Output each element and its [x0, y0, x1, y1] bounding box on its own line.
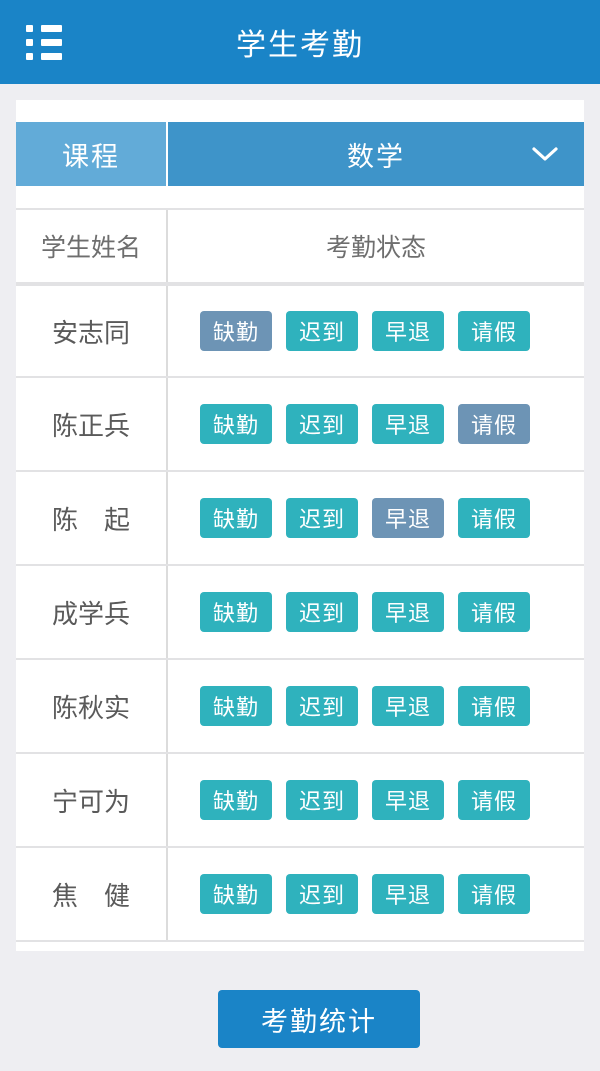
- status-badge-0[interactable]: 缺勤: [200, 311, 272, 351]
- status-badge-3[interactable]: 请假: [458, 780, 530, 820]
- app-screen: 学生考勤 课程 数学 学生姓名 考勤状态 安志同 缺勤 迟到 早退 请假 陈正兵 缺勤 迟到早…: [0, 0, 600, 1071]
- course-selector-value[interactable]: 数学: [168, 122, 584, 186]
- menu-icon-line: [26, 38, 62, 46]
- app-header-bar: 学生考勤: [0, 0, 600, 84]
- menu-icon-bullet: [26, 38, 33, 46]
- status-badge-2[interactable]: 早退: [372, 404, 444, 444]
- status-badge-3[interactable]: 请假: [458, 874, 530, 914]
- status-badge-2[interactable]: 早退: [372, 874, 444, 914]
- status-badge-3[interactable]: 请假: [458, 498, 530, 538]
- status-badge-1[interactable]: 迟到: [286, 592, 358, 632]
- attendance-status-cell: 缺勤 迟到 早退 请假: [168, 566, 584, 658]
- status-badge-0[interactable]: 缺勤: [200, 874, 272, 914]
- attendance-status-cell: 缺勤 迟到 早退 请假: [168, 848, 584, 940]
- student-name-cell: 宁可为: [16, 754, 168, 846]
- list-menu-icon[interactable]: [18, 18, 70, 66]
- student-name-cell: 焦 健: [16, 848, 168, 940]
- status-badge-0[interactable]: 缺勤: [200, 686, 272, 726]
- status-badge-3[interactable]: 请假: [458, 686, 530, 726]
- menu-icon-bar: [41, 52, 62, 60]
- course-selector-value-text: 数学: [347, 141, 405, 173]
- attendance-status-cell: 缺勤 迟到 早退 请假: [168, 660, 584, 752]
- table-header-row: 学生姓名 考勤状态: [16, 208, 584, 284]
- status-badge-1[interactable]: 迟到: [286, 311, 358, 351]
- menu-icon-bar: [41, 38, 62, 46]
- menu-icon-line: [26, 24, 62, 32]
- status-badge-2[interactable]: 早退: [372, 686, 444, 726]
- attendance-statistics-button[interactable]: 考勤统计: [218, 990, 420, 1048]
- attendance-status-cell: 缺勤 迟到 早退 请假: [168, 754, 584, 846]
- status-badge-2[interactable]: 早退: [372, 498, 444, 538]
- table-row: 成学兵 缺勤 迟到 早退 请假: [16, 566, 584, 660]
- student-name-cell: 陈秋实: [16, 660, 168, 752]
- course-selector-label: 课程: [16, 122, 168, 186]
- status-badge-1[interactable]: 迟到: [286, 686, 358, 726]
- table-body: 安志同 缺勤 迟到 早退 请假 陈正兵 缺勤 迟到 早退 请假陈 起缺勤 迟到 早退 请假 成学兵 缺勤 迟到…: [16, 284, 584, 942]
- menu-icon-line: [26, 52, 62, 60]
- attendance-status-cell: 缺勤 迟到 早退 请假: [168, 472, 584, 564]
- attendance-card: 课程 数学 学生姓名 考勤状态 安志同 缺勤 迟到 早退 请假 陈正兵 缺勤 迟到 早退 请假陈 …: [16, 100, 584, 951]
- status-badge-3[interactable]: 请假: [458, 592, 530, 632]
- status-badge-0[interactable]: 缺勤: [200, 404, 272, 444]
- course-selector[interactable]: 课程 数学: [16, 122, 584, 186]
- student-name-cell: 陈正兵: [16, 378, 168, 470]
- status-badge-1[interactable]: 迟到: [286, 874, 358, 914]
- attendance-status-cell: 缺勤 迟到 早退 请假: [168, 378, 584, 470]
- status-badge-3[interactable]: 请假: [458, 311, 530, 351]
- student-name-cell: 安志同: [16, 286, 168, 376]
- attendance-table: 学生姓名 考勤状态 安志同 缺勤 迟到 早退 请假 陈正兵 缺勤 迟到 早退 请假陈 起缺勤 迟到早…: [16, 208, 584, 942]
- table-row: 陈秋实 缺勤 迟到 早退 请假: [16, 660, 584, 754]
- status-badge-2[interactable]: 早退: [372, 311, 444, 351]
- status-badge-1[interactable]: 迟到: [286, 498, 358, 538]
- status-badge-1[interactable]: 迟到: [286, 780, 358, 820]
- chevron-down-icon: [532, 146, 558, 162]
- menu-icon-bullet: [26, 52, 33, 60]
- menu-icon-bullet: [26, 24, 33, 32]
- status-badge-2[interactable]: 早退: [372, 592, 444, 632]
- page-title: 学生考勤: [236, 28, 364, 63]
- column-header-name: 学生姓名: [16, 210, 168, 282]
- status-badge-1[interactable]: 迟到: [286, 404, 358, 444]
- table-row: 焦 健缺勤 迟到 早退 请假: [16, 848, 584, 942]
- column-header-status: 考勤状态: [325, 233, 426, 262]
- table-row: 陈 起缺勤 迟到 早退 请假: [16, 472, 584, 566]
- status-badge-0[interactable]: 缺勤: [200, 498, 272, 538]
- table-row: 宁可为 缺勤 迟到 早退 请假: [16, 754, 584, 848]
- status-badge-0[interactable]: 缺勤: [200, 780, 272, 820]
- status-badge-2[interactable]: 早退: [372, 780, 444, 820]
- status-badge-0[interactable]: 缺勤: [200, 592, 272, 632]
- attendance-status-cell: 缺勤 迟到 早退 请假: [168, 286, 584, 376]
- table-row: 陈正兵 缺勤 迟到 早退 请假: [16, 378, 584, 472]
- menu-icon-bar: [41, 24, 62, 32]
- status-badge-3[interactable]: 请假: [458, 404, 530, 444]
- table-row: 安志同 缺勤 迟到 早退 请假: [16, 284, 584, 378]
- student-name-cell: 成学兵: [16, 566, 168, 658]
- student-name-cell: 陈 起: [16, 472, 168, 564]
